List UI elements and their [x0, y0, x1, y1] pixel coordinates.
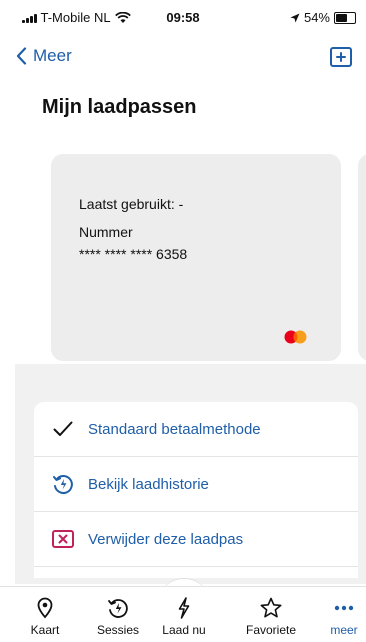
next-card-peek[interactable] [358, 154, 366, 361]
lightning-icon [177, 597, 191, 619]
tab-label: Favoriete [245, 623, 297, 637]
status-right: 54% [290, 10, 356, 25]
card-number-label: Nummer [79, 224, 133, 240]
tab-label: Sessies [96, 623, 140, 637]
menu-item-label: Standaard betaalmethode [88, 420, 261, 438]
menu-item-history[interactable]: Bekijk laadhistorie [34, 457, 358, 512]
tab-label: Laad nu [162, 623, 206, 637]
card-actions-menu: Standaard betaalmethode Bekijk laadhisto… [34, 402, 358, 578]
plus-square-icon [336, 52, 346, 62]
location-arrow-icon [290, 13, 300, 22]
menu-item-default-payment[interactable]: Standaard betaalmethode [34, 402, 358, 457]
tab-laad-nu[interactable]: Laad nu [160, 587, 208, 642]
card-number: **** **** **** 6358 [79, 246, 188, 262]
status-bar: T-Mobile NL 09:58 54% [0, 0, 366, 36]
card-last-used: Laatst gebruikt: - [79, 196, 184, 212]
tab-sessies[interactable]: Sessies [90, 587, 146, 642]
charge-card[interactable]: Laatst gebruikt: - Nummer **** **** ****… [51, 154, 341, 361]
menu-item-label: Verwijder deze laadpas [88, 530, 244, 548]
history-icon [52, 473, 74, 495]
tab-meer[interactable]: meer [326, 587, 362, 642]
chevron-left-icon [16, 47, 27, 65]
tab-label: meer [330, 623, 358, 637]
more-icon [334, 597, 354, 619]
tab-label: Kaart [30, 623, 60, 637]
battery-icon [334, 11, 356, 24]
star-icon [259, 597, 283, 619]
remove-icon [52, 528, 74, 550]
tab-kaart[interactable]: Kaart [22, 587, 68, 642]
add-card-button[interactable] [330, 47, 352, 67]
page-title: Mijn laadpassen [42, 96, 197, 118]
tab-favorieten[interactable]: Favoriete [238, 587, 304, 642]
checkmark-icon [52, 418, 74, 440]
navigation-bar: Meer [0, 44, 366, 72]
menu-item-label: Bekijk laadhistorie [88, 475, 209, 493]
back-button[interactable]: Meer [16, 46, 72, 66]
menu-item-remove-card[interactable]: Verwijder deze laadpas [34, 512, 358, 567]
back-label: Meer [33, 46, 72, 65]
tab-bar: Kaart Sessies Laad nu Favoriete meer [0, 586, 366, 642]
sessions-icon [107, 597, 129, 619]
mastercard-icon [284, 330, 307, 344]
battery-percent: 54% [303, 10, 330, 25]
location-pin-icon [37, 597, 53, 619]
